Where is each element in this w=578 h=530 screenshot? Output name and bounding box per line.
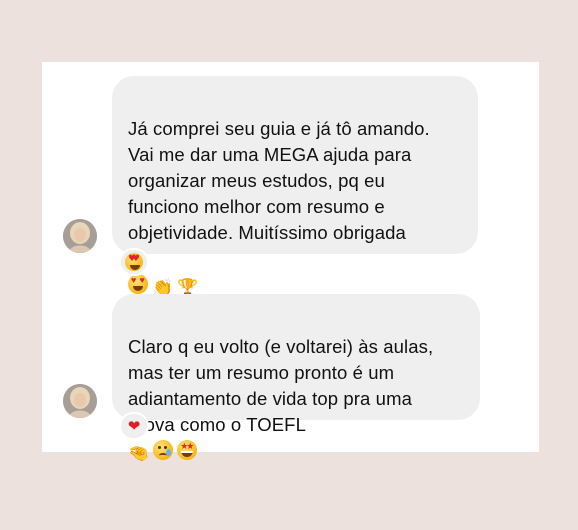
- star-struck-emoji-icon: [177, 440, 198, 460]
- message-reaction[interactable]: [119, 248, 149, 276]
- sender-avatar[interactable]: [63, 219, 97, 253]
- chat-card: Já comprei seu guia e já tô amando. Vai …: [42, 62, 539, 464]
- heart-eyes-reaction-icon: [125, 253, 143, 271]
- message-1: Já comprei seu guia e já tô amando. Vai …: [42, 62, 539, 298]
- message-reaction[interactable]: ❤: [119, 412, 149, 440]
- crying-face-emoji-icon: [153, 440, 174, 460]
- message-2: Claro q eu volto (e voltarei) às aulas, …: [42, 282, 539, 464]
- pinching-hand-emoji-icon: 🤏: [128, 444, 150, 464]
- message-text: Já comprei seu guia e já tô amando. Vai …: [128, 118, 430, 243]
- message-bubble: Claro q eu volto (e voltarei) às aulas, …: [112, 294, 480, 464]
- message-text: Claro q eu volto (e voltarei) às aulas, …: [128, 336, 434, 435]
- red-heart-reaction-icon: ❤: [127, 417, 141, 435]
- sender-avatar[interactable]: [63, 384, 97, 418]
- message-bubble: Já comprei seu guia e já tô amando. Vai …: [112, 76, 478, 298]
